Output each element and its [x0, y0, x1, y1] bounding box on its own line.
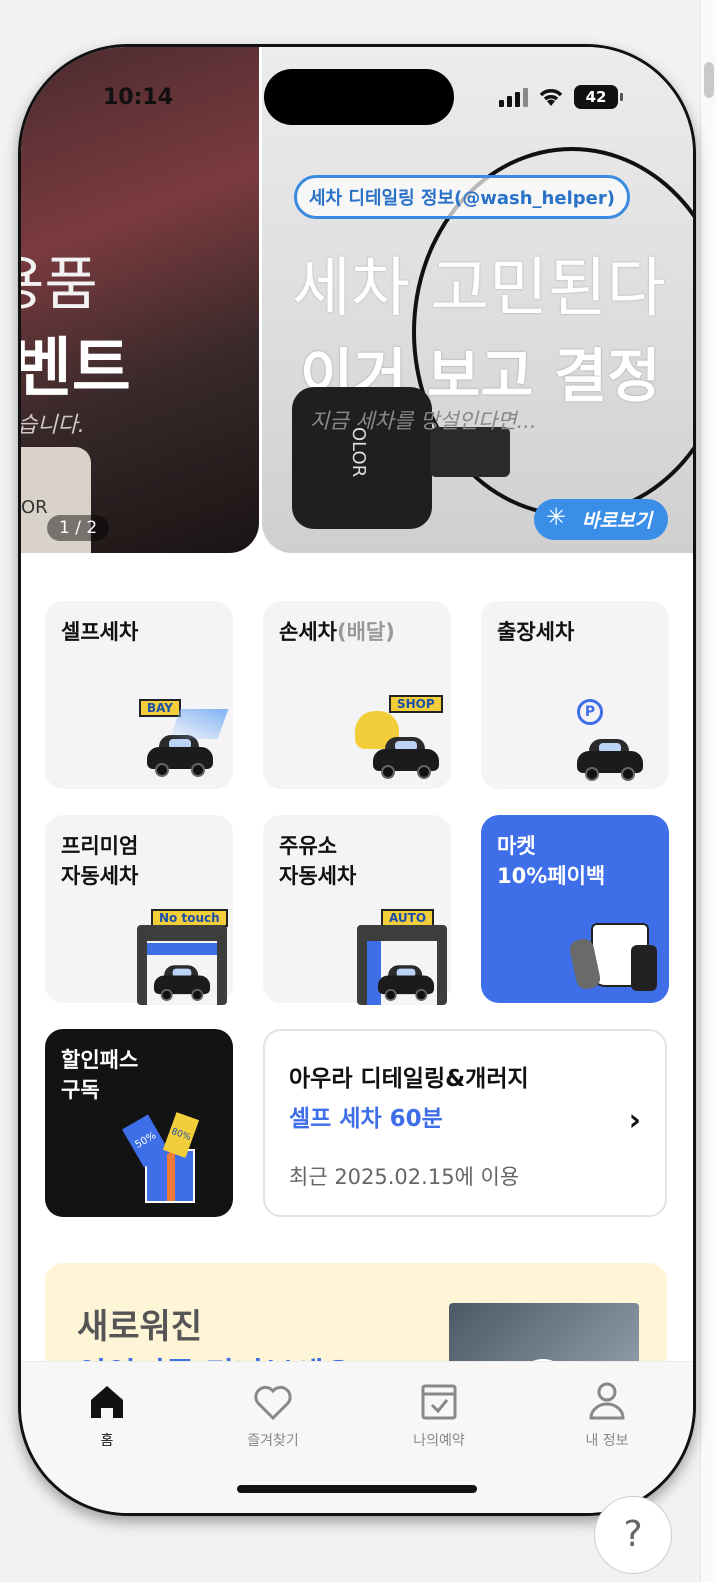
- tile-market[interactable]: 마켓 10%페이백: [481, 815, 669, 1003]
- car-icon: [147, 735, 213, 777]
- banner-slide-1[interactable]: 용품 벤트 습니다. OR 1 / 2: [21, 47, 259, 553]
- tile-discount-pass-label2: 구독: [61, 1078, 100, 1102]
- car-wash-gate-icon: [137, 925, 227, 1005]
- calendar-check-icon: [379, 1380, 499, 1424]
- tile-mobile-wash[interactable]: 출장세차 P: [481, 601, 669, 789]
- slide1-bottle-label: OR: [21, 497, 48, 518]
- tab-reservations-label: 나의예약: [413, 1433, 465, 1449]
- user-icon: [547, 1380, 667, 1424]
- scrollbar-thumb[interactable]: [704, 62, 714, 98]
- tile-discount-pass[interactable]: 할인패스 구독 50% 80%: [45, 1029, 233, 1217]
- chevron-right-icon[interactable]: ›: [629, 1103, 641, 1138]
- app-screen: 용품 벤트 습니다. OR 1 / 2 세차 디테일링 정보(@wash_hel…: [21, 47, 693, 1513]
- home-icon: [47, 1380, 167, 1424]
- slide1-subtitle: 습니다.: [21, 413, 85, 438]
- slide1-title-line1: 용품: [21, 250, 98, 318]
- tile-premium-auto[interactable]: 프리미엄 자동세차 No touch: [45, 815, 233, 1005]
- slide2-tag: 세차 디테일링 정보(@wash_helper): [294, 175, 630, 219]
- tile-self-wash-label: 셀프세차: [61, 620, 139, 644]
- tile-discount-pass-label1: 할인패스: [61, 1048, 139, 1072]
- cursor-click-icon: ✳: [546, 503, 567, 531]
- tile-self-wash[interactable]: 셀프세차 BAY: [45, 601, 233, 789]
- tile-mobile-wash-label: 출장세차: [497, 620, 575, 644]
- tab-reservations[interactable]: 나의예약: [379, 1380, 499, 1450]
- tile-hand-wash-label: 손세차(배달): [279, 617, 435, 647]
- car-icon: [153, 965, 211, 1001]
- recent-shop-name: 아우라 디테일링&개러지: [289, 1066, 529, 1092]
- tile-market-label2: 10%페이백: [497, 864, 606, 888]
- slide2-view-button-label: 바로보기: [582, 510, 652, 532]
- car-icon: [373, 737, 439, 779]
- tile-gas-station-label2: 자동세차: [279, 864, 357, 888]
- shop-sign: SHOP: [389, 695, 443, 713]
- slide1-title-line2: 벤트: [21, 332, 131, 406]
- bay-sign: BAY: [139, 699, 181, 717]
- tab-favorites[interactable]: 즐겨찾기: [213, 1380, 333, 1450]
- tile-gas-station-auto[interactable]: 주유소 자동세차 AUTO: [263, 815, 451, 1005]
- heart-icon: [213, 1380, 333, 1424]
- phone-frame: 용품 벤트 습니다. OR 1 / 2 세차 디테일링 정보(@wash_hel…: [18, 44, 696, 1516]
- tile-gas-station-label1: 주유소: [279, 834, 337, 858]
- parking-icon: P: [577, 699, 603, 725]
- tile-market-label1: 마켓: [497, 834, 536, 858]
- help-button[interactable]: ?: [594, 1496, 672, 1574]
- signal-icon: [499, 87, 528, 107]
- wifi-icon: [539, 89, 563, 106]
- tile-premium-auto-label1: 프리미엄: [61, 834, 139, 858]
- recent-service: 셀프 세차 60분: [289, 1106, 443, 1132]
- tab-my-info[interactable]: 내 정보: [547, 1380, 667, 1450]
- tile-hand-wash-label-main: 손세차: [279, 620, 337, 644]
- tab-home[interactable]: 홈: [47, 1380, 167, 1450]
- car-icon: [577, 739, 643, 781]
- status-time: 10:14: [103, 85, 174, 110]
- slide2-title-line1: 세차 고민된다: [292, 252, 666, 326]
- banner-counter: 1 / 2: [47, 515, 110, 541]
- recent-visit-card[interactable]: 아우라 디테일링&개러지 셀프 세차 60분 최근 2025.02.15에 이용…: [263, 1029, 667, 1217]
- tab-favorites-label: 즐겨찾기: [247, 1433, 299, 1449]
- dynamic-island: [264, 69, 454, 125]
- battery-indicator: 42: [574, 85, 623, 109]
- car-wash-gate-icon: [357, 925, 447, 1005]
- tile-hand-wash-label-sub: (배달): [336, 620, 395, 644]
- tile-premium-auto-label2: 자동세차: [61, 864, 139, 888]
- recent-last-used: 최근 2025.02.15에 이용: [289, 1165, 520, 1189]
- home-indicator: [237, 1485, 477, 1493]
- tab-home-label: 홈: [100, 1433, 114, 1449]
- car-icon: [377, 965, 435, 1001]
- spray-bottle-icon: [631, 945, 657, 991]
- status-icons: 42: [499, 85, 623, 109]
- slide2-subtitle: 지금 세차를 망설인다면...: [310, 409, 537, 433]
- tab-my-info-label: 내 정보: [585, 1433, 629, 1449]
- spray-icon: [169, 709, 229, 739]
- promo-title: 새로워진: [77, 1307, 203, 1347]
- browser-scrollbar[interactable]: [700, 0, 716, 1582]
- slide2-view-button[interactable]: ✳ 바로보기: [534, 499, 668, 540]
- tile-hand-wash[interactable]: 손세차(배달) SHOP: [263, 601, 451, 789]
